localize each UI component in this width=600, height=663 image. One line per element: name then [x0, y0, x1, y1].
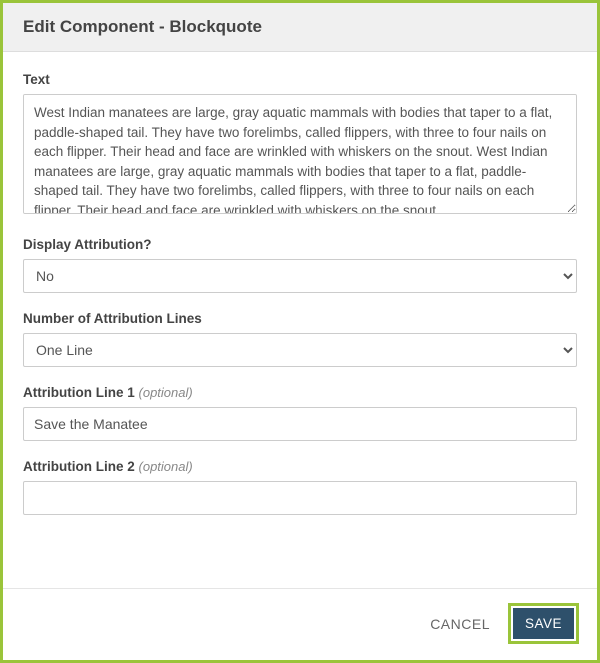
- field-attribution-line-2: Attribution Line 2 (optional): [23, 459, 577, 515]
- label-display-attribution: Display Attribution?: [23, 237, 577, 252]
- save-button-highlight: SAVE: [508, 603, 579, 644]
- dialog-header: Edit Component - Blockquote: [3, 3, 597, 52]
- input-attribution-line-1[interactable]: [23, 407, 577, 441]
- label-text: Text: [23, 72, 577, 87]
- dialog-title: Edit Component - Blockquote: [23, 17, 577, 37]
- field-text: Text West Indian manatees are large, gra…: [23, 72, 577, 219]
- label-attribution-line-1-text: Attribution Line 1: [23, 385, 135, 400]
- select-num-attribution-lines[interactable]: One Line Two Lines: [23, 333, 577, 367]
- textarea-text[interactable]: West Indian manatees are large, gray aqu…: [23, 94, 577, 214]
- save-button[interactable]: SAVE: [513, 608, 574, 639]
- select-display-attribution[interactable]: No Yes: [23, 259, 577, 293]
- label-attribution-line-2: Attribution Line 2 (optional): [23, 459, 577, 474]
- cancel-button[interactable]: CANCEL: [430, 616, 490, 632]
- field-display-attribution: Display Attribution? No Yes: [23, 237, 577, 293]
- label-attribution-line-2-optional: (optional): [139, 459, 193, 474]
- label-attribution-line-1: Attribution Line 1 (optional): [23, 385, 577, 400]
- dialog-edit-component: Edit Component - Blockquote Text West In…: [0, 0, 600, 663]
- field-attribution-line-1: Attribution Line 1 (optional): [23, 385, 577, 441]
- input-attribution-line-2[interactable]: [23, 481, 577, 515]
- dialog-body: Text West Indian manatees are large, gra…: [3, 52, 597, 588]
- field-num-attribution-lines: Number of Attribution Lines One Line Two…: [23, 311, 577, 367]
- dialog-footer: CANCEL SAVE: [3, 588, 597, 660]
- label-num-attribution-lines: Number of Attribution Lines: [23, 311, 577, 326]
- label-attribution-line-2-text: Attribution Line 2: [23, 459, 135, 474]
- label-attribution-line-1-optional: (optional): [139, 385, 193, 400]
